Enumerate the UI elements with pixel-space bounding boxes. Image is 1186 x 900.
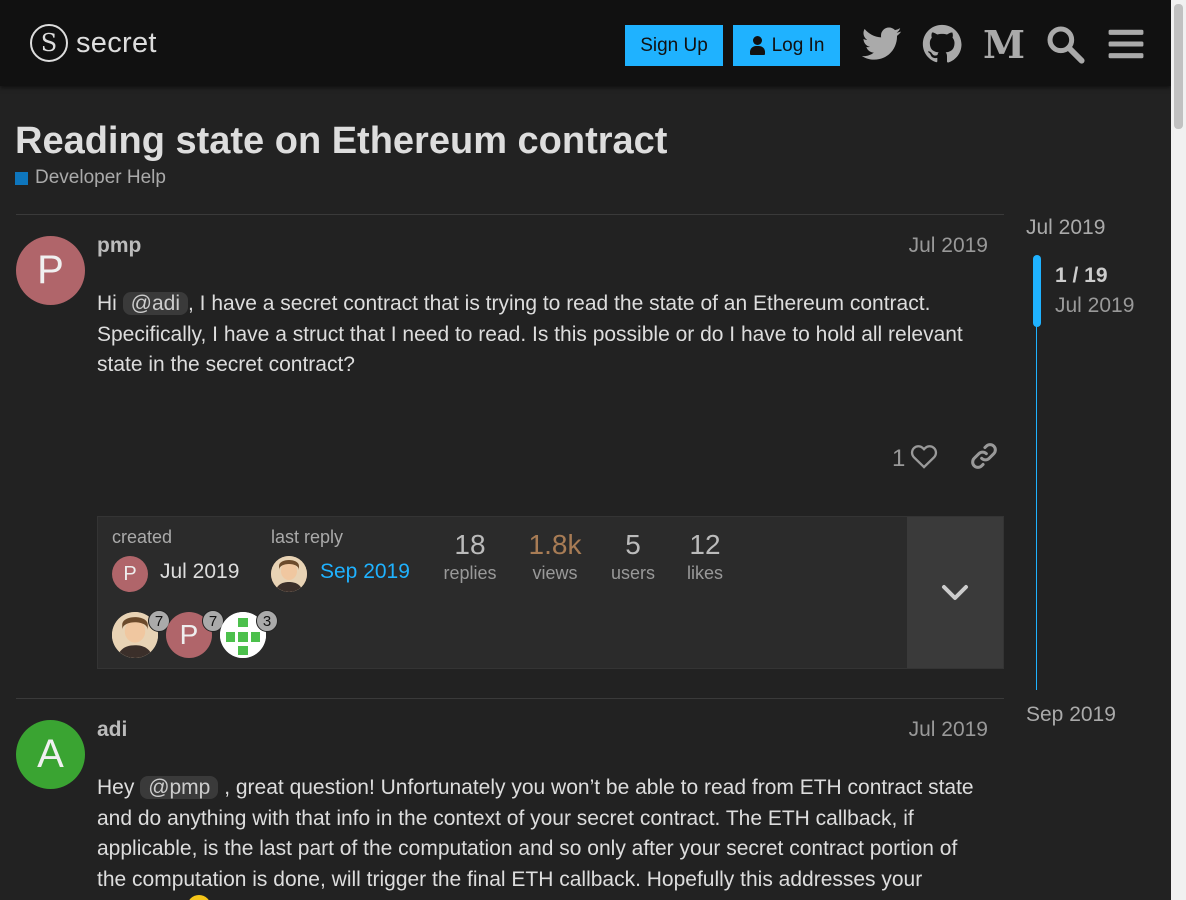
topic-title[interactable]: Reading state on Ethereum contract xyxy=(15,120,667,163)
timeline-end-date[interactable]: Sep 2019 xyxy=(1026,703,1116,727)
avatar[interactable] xyxy=(271,556,307,592)
log-in-button[interactable]: Log In xyxy=(733,25,840,66)
participant-avatar[interactable]: 3 xyxy=(220,610,278,658)
avatar[interactable]: P xyxy=(112,556,148,592)
users-label: users xyxy=(610,563,655,583)
views-count: 1.8k xyxy=(528,529,582,560)
scrollbar-thumb[interactable] xyxy=(1174,4,1183,129)
users-count: 5 xyxy=(625,529,641,560)
post-text-start: Hi xyxy=(97,292,123,315)
post-body: Hi @adi, I have a secret contract that i… xyxy=(97,289,987,381)
post-text-start: Hey xyxy=(97,776,141,799)
medium-icon[interactable]: M xyxy=(982,22,1026,67)
twitter-icon[interactable] xyxy=(860,22,904,66)
search-icon[interactable] xyxy=(1043,22,1087,66)
sign-up-button[interactable]: Sign Up xyxy=(625,25,723,66)
page-scrollbar[interactable] xyxy=(1171,0,1186,900)
last-reply-date[interactable]: Sep 2019 xyxy=(320,560,410,584)
timeline-start-date[interactable]: Jul 2019 xyxy=(1026,216,1105,240)
avatar-letter: A xyxy=(37,732,64,776)
smile-emoji-icon xyxy=(187,895,211,900)
post-text-rest: , great question! Unfortunately you won’… xyxy=(97,776,974,891)
avatar[interactable]: P xyxy=(16,236,85,305)
category-name: Developer Help xyxy=(35,167,166,188)
post-date[interactable]: Jul 2019 xyxy=(909,234,988,258)
heart-icon[interactable] xyxy=(910,443,938,474)
views-label: views xyxy=(532,563,578,583)
post-date[interactable]: Jul 2019 xyxy=(909,718,988,742)
user-icon xyxy=(749,36,766,55)
replies-count: 18 xyxy=(454,529,486,560)
avatar-letter: P xyxy=(123,562,137,585)
post-count-badge: 3 xyxy=(256,610,278,632)
created-date[interactable]: Jul 2019 xyxy=(160,560,239,584)
hamburger-menu-icon[interactable] xyxy=(1104,22,1148,66)
users-stat: 5 users xyxy=(606,529,660,584)
github-icon[interactable] xyxy=(920,22,964,66)
views-stat: 1.8k views xyxy=(520,529,590,584)
logo-text: secret xyxy=(76,26,157,59)
replies-stat: 18 replies xyxy=(440,529,500,584)
divider xyxy=(16,698,1004,699)
avatar[interactable]: A xyxy=(16,720,85,789)
timeline-scroll-handle[interactable] xyxy=(1033,255,1041,327)
participant-avatar[interactable]: P 7 xyxy=(166,610,224,658)
site-logo[interactable]: S secret xyxy=(30,24,157,62)
likes-label: likes xyxy=(686,563,723,583)
divider xyxy=(16,214,1004,215)
participant-avatar[interactable]: 7 xyxy=(112,610,170,658)
avatar-letter: P xyxy=(37,248,64,292)
timeline-position-date: Jul 2019 xyxy=(1055,294,1135,317)
avatar-letter: P xyxy=(179,619,199,650)
site-header: S secret Sign Up Log In M xyxy=(0,0,1171,86)
timeline-position: 1 / 19 xyxy=(1055,264,1108,287)
like-count[interactable]: 1 xyxy=(892,445,905,473)
replies-label: replies xyxy=(443,563,497,583)
chevron-down-icon xyxy=(942,584,968,600)
log-in-label: Log In xyxy=(771,34,825,56)
logo-mark: S xyxy=(30,24,68,62)
expand-topic-map-button[interactable] xyxy=(907,517,1003,668)
category-color-swatch xyxy=(15,171,28,185)
created-label: created xyxy=(112,527,173,547)
user-mention[interactable]: @pmp xyxy=(140,776,219,799)
post-username[interactable]: adi xyxy=(97,718,127,742)
share-link-icon[interactable] xyxy=(970,442,998,475)
category-badge[interactable]: Developer Help xyxy=(15,167,166,189)
last-reply-label: last reply xyxy=(271,527,344,547)
likes-count: 12 xyxy=(689,529,721,560)
post-actions: 1 xyxy=(892,442,998,475)
likes-stat: 12 likes xyxy=(678,529,732,584)
post-username[interactable]: pmp xyxy=(97,234,141,258)
post-text-rest: , I have a secret contract that is tryin… xyxy=(97,292,963,376)
post-body: Hey @pmp , great question! Unfortunately… xyxy=(97,773,987,895)
user-mention[interactable]: @adi xyxy=(122,292,189,315)
